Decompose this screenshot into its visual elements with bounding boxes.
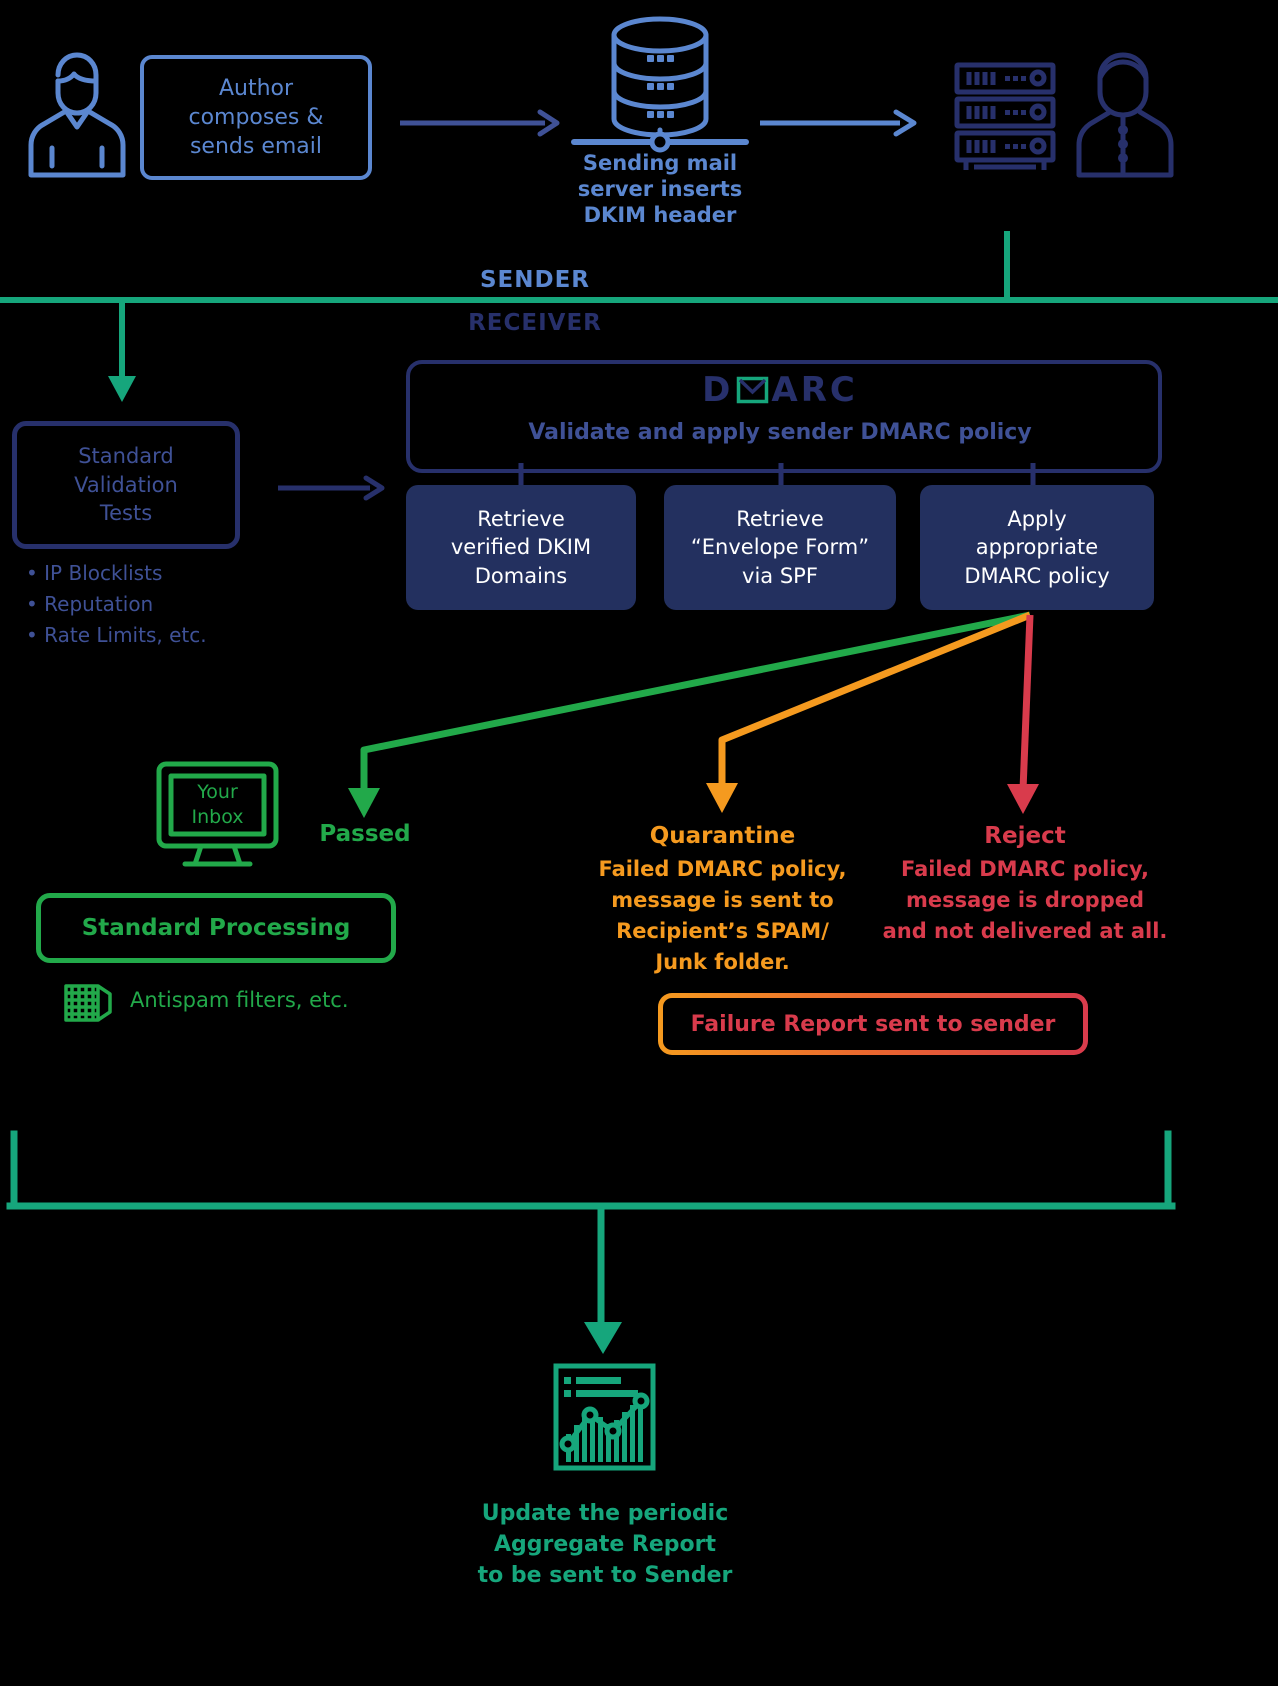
receiver-divider-label: RECEIVER xyxy=(468,310,602,336)
reject-description: Failed DMARC policy, message is dropped … xyxy=(880,854,1170,947)
dkim-box-label: Retrieve verified DKIM Domains xyxy=(451,505,591,589)
reject-line-1: Failed DMARC policy, xyxy=(900,857,1150,881)
envelope-icon xyxy=(737,376,769,404)
author-box-line-2: composes & xyxy=(188,104,324,130)
inbox-line-1: Your xyxy=(197,781,238,803)
quarantine-line-3: Recipient’s SPAM/ xyxy=(616,919,829,944)
arrow-right-icon-2 xyxy=(760,108,920,138)
dmarc-logo-text-pre: D xyxy=(702,370,734,410)
dkim-line-1: Retrieve xyxy=(477,507,565,532)
your-inbox-label: Your Inbox xyxy=(155,780,280,829)
policy-line-1: Apply xyxy=(1007,507,1067,532)
spf-box-label: Retrieve “Envelope Form” via SPF xyxy=(691,505,869,589)
dmarc-logo: D ARC xyxy=(406,370,1154,410)
reject-line-2: message is dropped xyxy=(905,888,1145,913)
aggregate-line-1: Update the periodic xyxy=(481,1501,729,1526)
author-box-line-1: Author xyxy=(218,75,294,101)
validation-line-1: Standard xyxy=(78,444,174,469)
dmarc-logo-text-post: ARC xyxy=(771,370,858,410)
validation-line-2: Validation xyxy=(74,472,178,497)
filter-icon xyxy=(62,982,114,1024)
dmarc-child-box-spf: Retrieve “Envelope Form” via SPF xyxy=(664,485,896,610)
aggregate-report-bus xyxy=(0,1130,1278,1370)
quarantine-line-1: Failed DMARC policy, xyxy=(598,857,847,881)
standard-validation-tests-box: Standard Validation Tests xyxy=(12,421,240,549)
validation-line-3: Tests xyxy=(99,501,153,526)
validation-bullet-1: • IP Blocklists xyxy=(26,561,163,585)
spf-line-2: “Envelope Form” xyxy=(690,535,870,560)
server-caption-line-2: server inserts xyxy=(577,177,743,202)
quarantine-label: Quarantine xyxy=(649,823,796,849)
quarantine-line-4: Junk folder. xyxy=(655,950,790,975)
server-rack-icon xyxy=(952,60,1062,175)
standard-processing-box: Standard Processing xyxy=(36,893,396,963)
standard-processing-label: Standard Processing xyxy=(81,915,351,941)
author-box-line-3: sends email xyxy=(189,134,323,160)
policy-box-label: Apply appropriate DMARC policy xyxy=(964,505,1109,589)
aggregate-line-3: to be sent to Sender xyxy=(477,1563,733,1589)
dkim-line-2: verified DKIM xyxy=(450,535,592,560)
spf-line-3: via SPF xyxy=(742,563,818,588)
quarantine-line-2: message is sent to xyxy=(611,888,834,913)
recipient-person-icon xyxy=(1076,48,1198,183)
spf-line-1: Retrieve xyxy=(736,507,824,532)
passed-label: Passed xyxy=(319,821,411,847)
quarantine-description: Failed DMARC policy, message is sent to … xyxy=(580,854,865,978)
dmarc-subtitle: Validate and apply sender DMARC policy xyxy=(528,420,1032,445)
aggregate-line-2: Aggregate Report xyxy=(493,1532,717,1558)
standard-validation-label: Standard Validation Tests xyxy=(74,442,178,527)
policy-line-2: appropriate xyxy=(975,535,1099,560)
failure-report-box: Failure Report sent to sender xyxy=(658,993,1088,1055)
arrow-right-icon-3 xyxy=(278,473,388,503)
antispam-filters-label: Antispam filters, etc. xyxy=(130,988,349,1012)
reject-label: Reject xyxy=(984,823,1066,849)
dmarc-child-box-dkim: Retrieve verified DKIM Domains xyxy=(406,485,636,610)
server-caption-line-1: Sending mail xyxy=(582,151,738,175)
author-box-label: Author composes & sends email xyxy=(188,74,323,161)
policy-line-3: DMARC policy xyxy=(964,563,1110,588)
reject-line-3: and not delivered at all. xyxy=(882,919,1168,944)
dmarc-child-box-policy: Apply appropriate DMARC policy xyxy=(920,485,1154,610)
server-caption-line-3: DKIM header xyxy=(583,203,737,228)
database-server-icon xyxy=(595,10,725,145)
arrow-right-icon-1 xyxy=(400,108,560,138)
dkim-line-3: Domains xyxy=(474,563,568,588)
author-person-icon xyxy=(22,48,132,183)
failure-report-label: Failure Report sent to sender xyxy=(690,1011,1056,1037)
report-chart-icon xyxy=(552,1362,657,1472)
author-composes-box: Author composes & sends email xyxy=(140,55,372,180)
sending-mail-server-caption: Sending mail server inserts DKIM header xyxy=(520,150,800,228)
inbox-line-2: Inbox xyxy=(191,805,244,828)
aggregate-arrow-head xyxy=(578,1320,628,1360)
aggregate-report-caption: Update the periodic Aggregate Report to … xyxy=(460,1498,750,1592)
